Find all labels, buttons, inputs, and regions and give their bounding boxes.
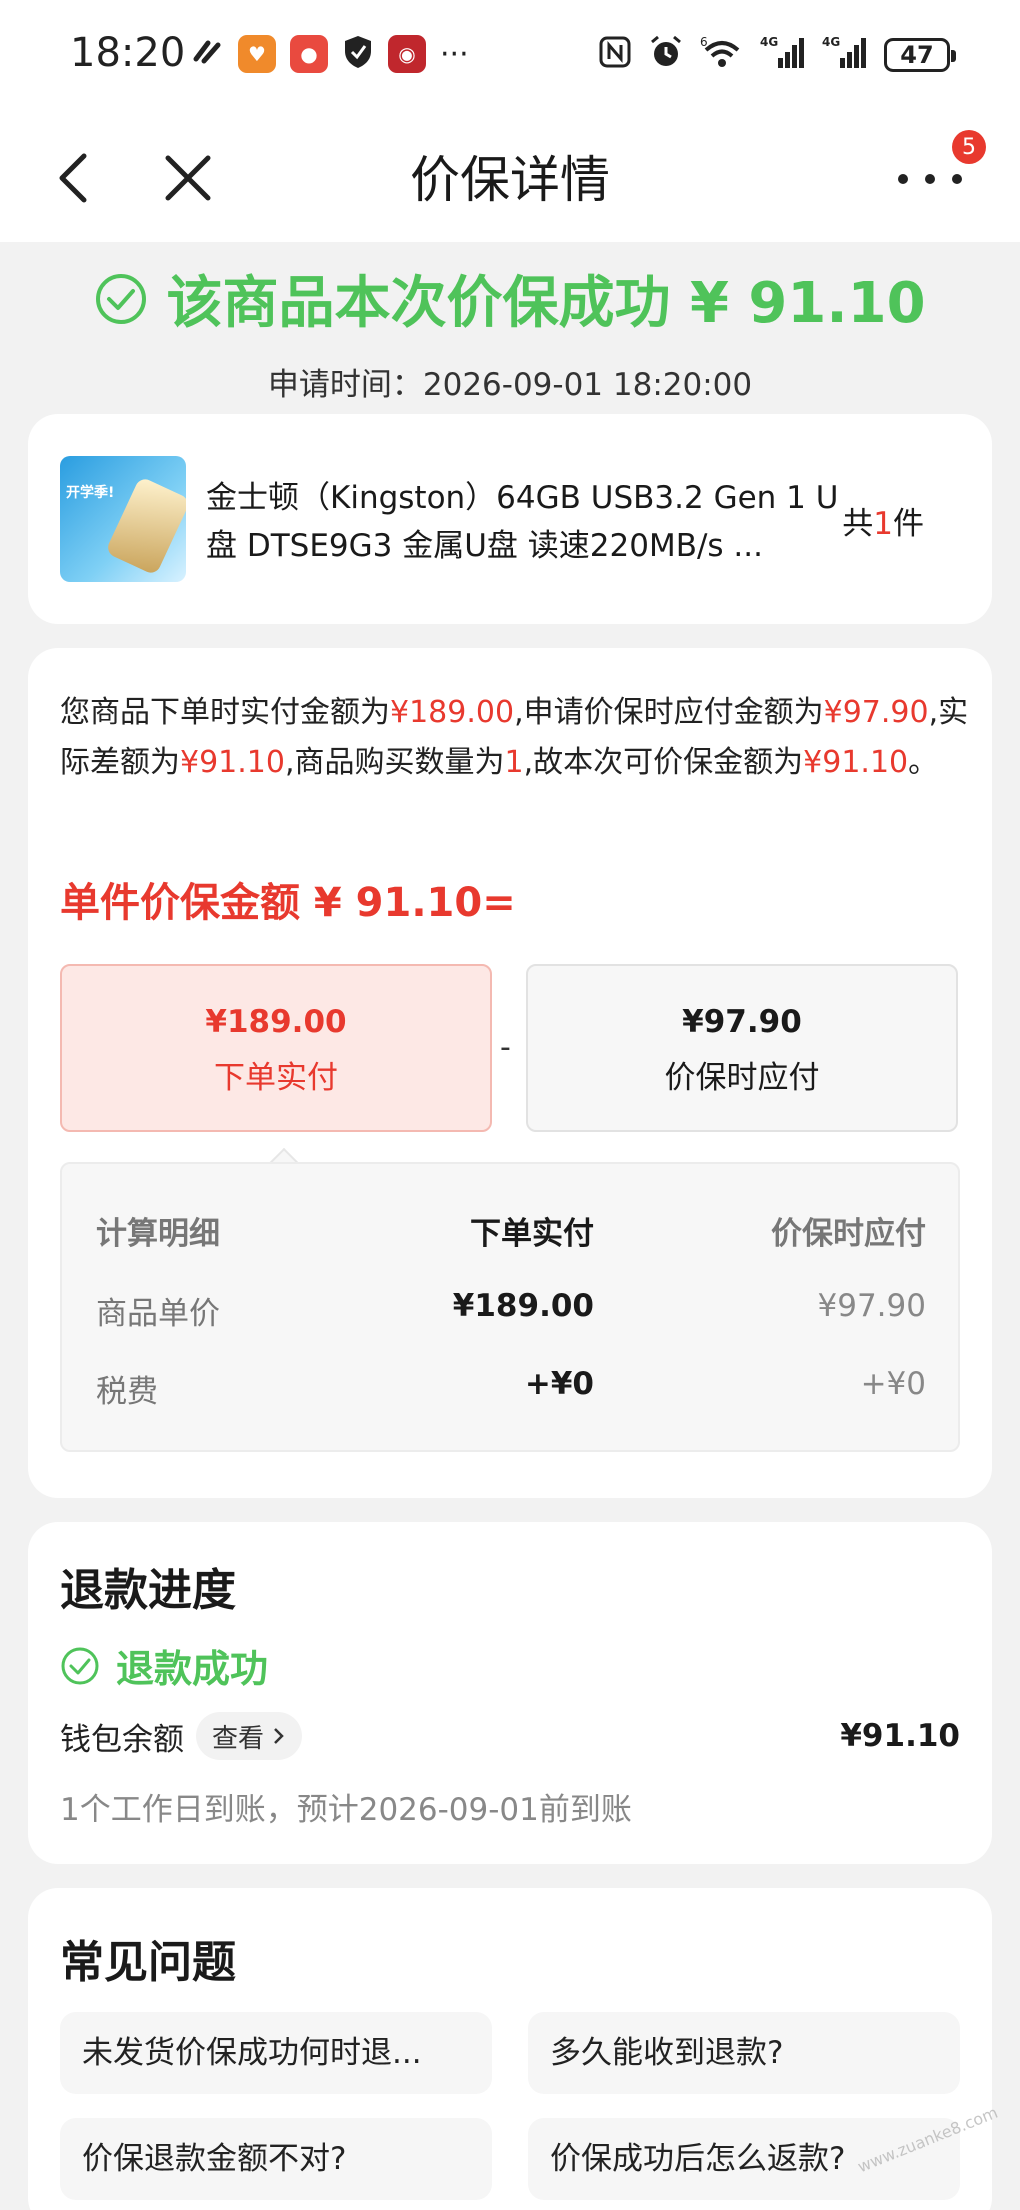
unit-refund-amount: 单件价保金额 ¥ 91.10= bbox=[60, 880, 516, 926]
notification-badge: 5 bbox=[952, 130, 986, 164]
minus-sign: - bbox=[500, 1030, 511, 1065]
desc-text: ,申请价保时应付金额为 bbox=[514, 695, 824, 730]
more-notifications-icon: ··· bbox=[440, 36, 469, 72]
page-title: 价保详情 bbox=[410, 151, 610, 209]
faq-section-title: 常见问题 bbox=[60, 1937, 236, 1988]
apply-time: 申请时间：2026-09-01 18:20:00 bbox=[0, 359, 1020, 404]
table-cell: ¥189.00 bbox=[452, 1288, 594, 1324]
check-circle-icon bbox=[96, 273, 147, 324]
view-label: 查看 bbox=[212, 1723, 265, 1754]
refund-status-text: 退款成功 bbox=[116, 1647, 269, 1691]
table-row: 商品单价 ¥189.00 ¥97.90 bbox=[96, 1288, 926, 1338]
more-dot-icon bbox=[898, 174, 908, 184]
shield-icon bbox=[342, 34, 374, 74]
arrival-note: 1个工作日到账，预计2026-09-01前到账 bbox=[60, 1792, 632, 1828]
paid-amount-label: 下单实付 bbox=[214, 1060, 338, 1096]
dog-app-icon: ● bbox=[290, 35, 328, 73]
nfc-icon bbox=[598, 35, 632, 75]
product-image-text: 开学季! bbox=[66, 485, 115, 501]
table-header: 下单实付 bbox=[470, 1216, 594, 1252]
wallet-row: 钱包余额 查看 bbox=[60, 1712, 303, 1760]
product-card[interactable]: 开学季! 金士顿（Kingston）64GB USB3.2 Gen 1 U盘 D… bbox=[28, 414, 992, 624]
table-cell: +¥0 bbox=[524, 1366, 594, 1402]
product-name: 金士顿（Kingston）64GB USB3.2 Gen 1 U盘 DTSE9G… bbox=[206, 480, 839, 564]
desc-text: 。 bbox=[908, 745, 939, 780]
detail-description: 您商品下单时实付金额为¥189.00,申请价保时应付金额为¥97.90,实际差额… bbox=[60, 688, 970, 788]
table-cell: 商品单价 bbox=[96, 1296, 220, 1332]
check-circle-icon bbox=[61, 1647, 99, 1684]
battery-icon: 47 bbox=[884, 38, 956, 72]
desc-text: 您商品下单时实付金额为 bbox=[60, 695, 390, 730]
heart-app-icon: ♥ bbox=[238, 35, 276, 73]
guarantee-amount-tab[interactable]: ¥97.90 价保时应付 bbox=[526, 964, 958, 1132]
table-header-row: 计算明细 下单实付 价保时应付 bbox=[96, 1208, 926, 1258]
refund-progress-card: 退款进度 退款成功 钱包余额 查看 ¥91.10 1个工作日到账，预计2026-… bbox=[28, 1522, 992, 1864]
more-dot-icon bbox=[925, 174, 935, 184]
more-dot-icon bbox=[952, 174, 962, 184]
faq-item[interactable]: 多久能收到退款? bbox=[528, 2012, 960, 2094]
svg-text:4G: 4G bbox=[760, 35, 778, 49]
faq-card: 常见问题 未发货价保成功何时退... 多久能收到退款? 价保退款金额不对? 价保… bbox=[28, 1888, 992, 2210]
table-header: 价保时应付 bbox=[771, 1216, 926, 1252]
desc-guarantee-amount: ¥97.90 bbox=[823, 695, 929, 730]
table-cell: 税费 bbox=[96, 1374, 158, 1410]
desc-paid-amount: ¥189.00 bbox=[390, 695, 515, 730]
alarm-icon bbox=[648, 34, 684, 76]
result-header: 该商品本次价保成功 ¥ 91.10 申请时间：2026-09-01 18:20:… bbox=[0, 242, 1020, 404]
more-menu-button[interactable] bbox=[898, 156, 962, 202]
nav-bar: 价保详情 5 bbox=[0, 112, 1020, 242]
price-protection-detail-card: 您商品下单时实付金额为¥189.00,申请价保时应付金额为¥97.90,实际差额… bbox=[28, 648, 992, 1498]
table-header: 计算明细 bbox=[96, 1216, 220, 1252]
status-bar: 18:20 ♥ ● ◉ ··· 6 4G 4G 47 bbox=[0, 0, 1020, 112]
apply-time-label: 申请时间： bbox=[267, 367, 423, 403]
chevron-left-icon bbox=[59, 153, 87, 203]
svg-text:6: 6 bbox=[700, 35, 708, 49]
paid-amount-value: ¥189.00 bbox=[205, 1004, 347, 1040]
wifi-icon: 6 bbox=[700, 34, 744, 76]
system-icons: 6 4G 4G 47 bbox=[598, 34, 956, 76]
svg-text:4G: 4G bbox=[822, 35, 840, 49]
table-cell: ¥97.90 bbox=[817, 1288, 926, 1324]
chevron-right-icon bbox=[274, 1728, 284, 1744]
table-row: 税费 +¥0 +¥0 bbox=[96, 1366, 926, 1416]
close-button[interactable] bbox=[160, 150, 216, 206]
product-count: 共1件 bbox=[842, 498, 924, 543]
desc-text: ,商品购买数量为 bbox=[284, 745, 505, 780]
faq-item[interactable]: 未发货价保成功何时退... bbox=[60, 2012, 492, 2094]
calculation-table: 计算明细 下单实付 价保时应付 商品单价 ¥189.00 ¥97.90 税费 +… bbox=[60, 1162, 960, 1452]
link-icon bbox=[190, 35, 224, 73]
signal-icon-2: 4G bbox=[822, 34, 868, 76]
notification-icons: ♥ ● ◉ ··· bbox=[190, 34, 469, 74]
guarantee-amount-label: 价保时应付 bbox=[664, 1060, 820, 1096]
refund-amount: ¥91.10 bbox=[840, 1718, 960, 1754]
table-cell: +¥0 bbox=[860, 1366, 926, 1402]
product-image: 开学季! bbox=[60, 456, 186, 582]
back-button[interactable] bbox=[50, 150, 100, 206]
wallet-label: 钱包余额 bbox=[60, 1721, 184, 1758]
apply-time-value: 2026-09-01 18:20:00 bbox=[422, 367, 753, 403]
refund-status: 退款成功 bbox=[60, 1638, 268, 1693]
guarantee-amount-value: ¥97.90 bbox=[682, 1004, 802, 1040]
bank-app-icon: ◉ bbox=[388, 35, 426, 73]
count-prefix: 共 bbox=[842, 506, 874, 542]
faq-item[interactable]: 价保成功后怎么返款? bbox=[528, 2118, 960, 2200]
desc-refund-amount: ¥91.10 bbox=[803, 745, 909, 780]
desc-quantity: 1 bbox=[504, 745, 524, 780]
count-suffix: 件 bbox=[893, 506, 924, 542]
result-title: 该商品本次价保成功 ¥ 91.10 bbox=[166, 271, 926, 336]
count-value: 1 bbox=[873, 506, 893, 542]
desc-text: ,故本次可价保金额为 bbox=[523, 745, 804, 780]
desc-difference-amount: ¥91.10 bbox=[180, 745, 285, 780]
faq-item[interactable]: 价保退款金额不对? bbox=[60, 2118, 492, 2200]
paid-amount-tab[interactable]: ¥189.00 下单实付 bbox=[60, 964, 492, 1132]
refund-section-title: 退款进度 bbox=[60, 1565, 236, 1616]
close-icon bbox=[165, 155, 211, 201]
signal-icon-1: 4G bbox=[760, 34, 806, 76]
view-wallet-button[interactable]: 查看 bbox=[196, 1712, 303, 1760]
status-time: 18:20 bbox=[70, 30, 186, 76]
